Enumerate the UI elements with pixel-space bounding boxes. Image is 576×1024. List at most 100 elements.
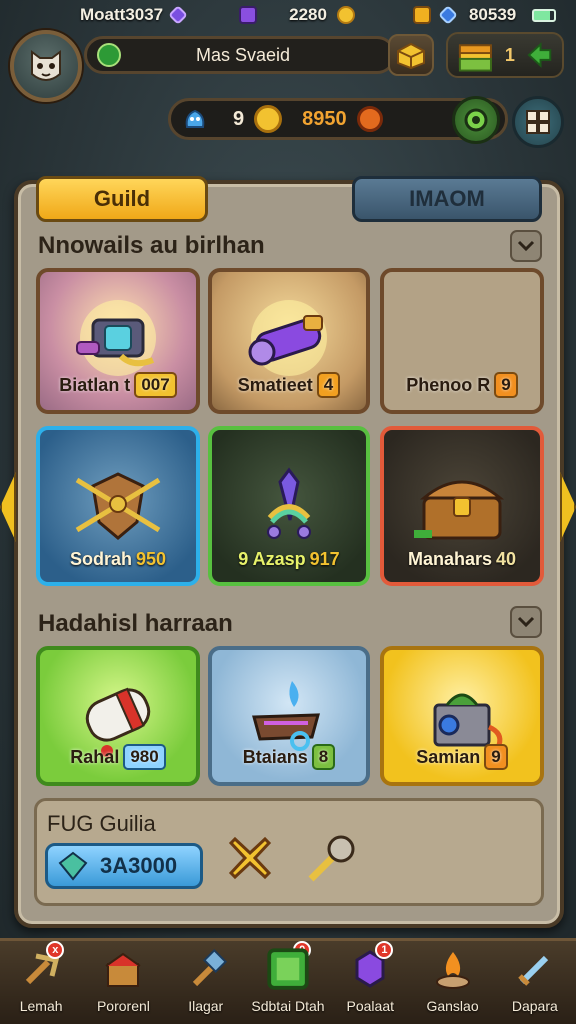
blue-creature-icon [185, 109, 205, 128]
item-name: Samian [416, 746, 481, 767]
item-value: 9 [494, 372, 518, 398]
item-card[interactable]: Rahal 980 [36, 646, 200, 786]
avatar-face-icon [31, 50, 61, 81]
orange-coin-icon [356, 106, 383, 132]
online-status-icon [97, 43, 121, 67]
nav-item-ilagar[interactable]: Ilagar [165, 941, 247, 1024]
coin-icon [336, 6, 355, 24]
nav-label: Sdbtai Dtah [251, 998, 325, 1014]
item-label: 9 Azasp 917 [212, 549, 366, 570]
guild-gems-button[interactable]: 3A3000 [45, 843, 203, 889]
collapse-section-2-button[interactable] [510, 606, 542, 638]
item-name: Btaians [242, 746, 308, 767]
player-name-bar[interactable]: Mas Svaeid [84, 36, 396, 74]
green-arrow-icon [527, 42, 552, 68]
workshop-icon [105, 952, 141, 987]
item-name: Smatieet [237, 374, 313, 395]
chevron-down-icon [517, 616, 535, 628]
guild-gems-value: 3A3000 [100, 853, 178, 878]
item-name: 9 Azasp [238, 549, 306, 569]
nav-item-lemah[interactable]: x Lemah [0, 941, 82, 1024]
item-label: Phenoo R 9 [384, 372, 540, 398]
chevron-down-icon [517, 240, 535, 252]
item-value: 917 [309, 549, 340, 569]
grid-icon [526, 110, 550, 134]
nav-label: Ganslao [426, 998, 479, 1014]
mace-icon[interactable] [299, 827, 363, 891]
collapse-section-1-button[interactable] [510, 230, 542, 262]
section-title-2: Hadahisl harraan [38, 610, 233, 637]
item-name: Rahal [70, 746, 120, 767]
section-title-1: Nnowails au birlhan [38, 232, 265, 259]
crate-counter[interactable]: 1 [446, 32, 564, 78]
right-arrow-button[interactable] [560, 472, 576, 542]
item-value: 4 [316, 372, 341, 398]
left-arrow-button[interactable] [0, 472, 16, 542]
gold-value: 8950 [302, 107, 347, 130]
settings-button[interactable] [452, 96, 500, 144]
nav-item-dapara[interactable]: Dapara [494, 941, 576, 1024]
item-label: Biatlan t 007 [40, 372, 196, 398]
item-label: Manahars 40 [384, 549, 540, 570]
crate-icon [458, 44, 492, 72]
item-label: Samian 9 [384, 744, 540, 770]
item-value: 8 [311, 744, 336, 770]
item-card[interactable]: 9 Azasp 917 [208, 426, 370, 586]
nav-item-sdbtai-dtah[interactable]: 0 Sdbtai Dtah [247, 941, 329, 1024]
coin-count: 80539 [468, 5, 517, 24]
item-value: 980 [123, 744, 166, 770]
battery-icon [532, 8, 556, 22]
avatar[interactable] [10, 30, 82, 102]
gear-icon [464, 108, 488, 132]
purple-gem-icon [168, 5, 189, 25]
gold-cross-icon[interactable] [217, 825, 283, 891]
hammer-icon [192, 948, 227, 987]
campfire-icon [435, 952, 470, 989]
item-label: Smatieet 4 [212, 372, 366, 398]
item-card[interactable]: Samian 9 [380, 646, 544, 786]
item-name: Manahars [407, 549, 492, 569]
item-card[interactable]: Btaians 8 [208, 646, 370, 786]
chest-icon [412, 6, 431, 24]
nav-label: Poalaat [346, 998, 394, 1014]
player-label: Moatt3037 [80, 5, 164, 24]
item-value: 007 [134, 372, 177, 398]
nav-label: Ilagar [188, 998, 224, 1014]
blue-gem-icon [58, 851, 88, 881]
gold-chest-button[interactable] [388, 34, 434, 76]
shield-gem-icon [239, 6, 258, 24]
crate-count: 1 [504, 44, 515, 65]
player-name: Mas Svaeid [195, 44, 291, 65]
nav-label: Lemah [19, 998, 63, 1014]
item-name: Phenoo R [406, 374, 491, 395]
green-gem-icon [267, 948, 309, 990]
gold-coin-icon [254, 105, 283, 133]
tab-guild[interactable]: Guild [36, 176, 208, 222]
nav-item-ganslao[interactable]: Ganslao [411, 941, 493, 1024]
gold-chest-icon [397, 42, 425, 69]
guild-fund-box: FUG Guilia 3A3000 [34, 798, 544, 906]
item-label: Btaians 8 [212, 744, 366, 770]
nav-item-poalaat[interactable]: 1 Poalaat [329, 941, 411, 1024]
guild-fund-title: FUG Guilia [47, 811, 156, 836]
nav-label: Pororenl [96, 998, 150, 1014]
item-value: 950 [135, 549, 167, 569]
item-card[interactable]: Sodrah 950 [36, 426, 200, 586]
item-card[interactable]: Smatieet 4 [208, 268, 370, 414]
tab-imaom[interactable]: IMAOM [352, 176, 542, 222]
item-label: Sodrah 950 [40, 549, 196, 570]
sword-icon [518, 955, 548, 986]
item-card[interactable]: Manahars 40 [380, 426, 544, 586]
level-value: 9 [233, 107, 245, 130]
item-card[interactable]: Biatlan t 007 [36, 268, 200, 414]
item-name: Biatlan t [59, 374, 131, 395]
item-card[interactable]: Phenoo R 9 [380, 268, 544, 414]
blue-gem-icon [438, 5, 458, 25]
item-name: Sodrah [69, 549, 132, 569]
nav-label: Dapara [511, 998, 558, 1014]
item-value: 9 [484, 744, 508, 770]
nav-item-pororenl[interactable]: Pororenl [82, 941, 164, 1024]
menu-grid-button[interactable] [512, 96, 564, 148]
item-value: 40 [496, 549, 517, 569]
gem-count: 2280 [289, 5, 327, 24]
